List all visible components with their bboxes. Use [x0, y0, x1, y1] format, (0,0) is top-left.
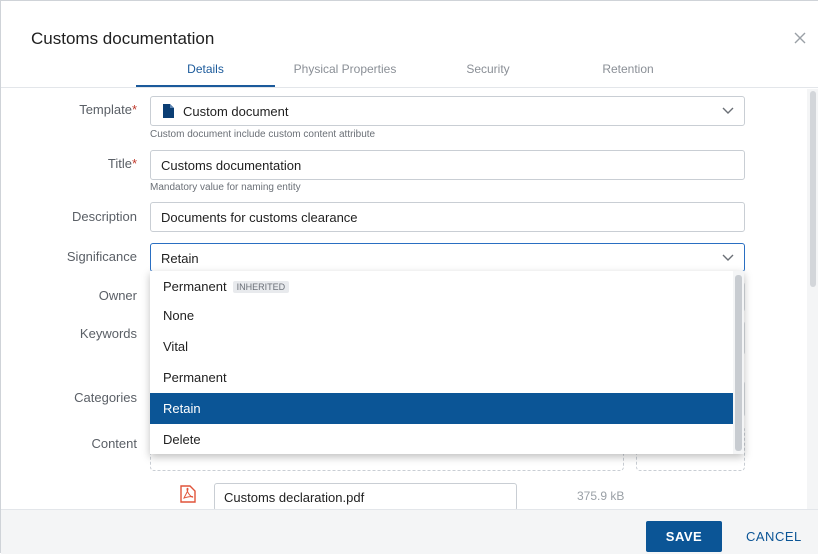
significance-option-permanent[interactable]: Permanent	[150, 362, 733, 393]
template-hint: Custom document include custom content a…	[150, 129, 376, 140]
chevron-down-icon	[722, 254, 734, 261]
title-value: Customs documentation	[161, 158, 302, 173]
tab-physical-properties[interactable]: Physical Properties	[275, 62, 415, 76]
tab-security[interactable]: Security	[418, 62, 558, 76]
significance-option-none[interactable]: None	[150, 300, 733, 331]
significance-select[interactable]: Retain	[150, 243, 745, 272]
description-input[interactable]: Documents for customs clearance	[150, 202, 745, 232]
close-icon[interactable]	[792, 30, 808, 46]
tab-details[interactable]: Details	[136, 62, 275, 76]
form-scrollbar-thumb[interactable]	[810, 91, 816, 287]
inherited-badge: INHERITED	[232, 281, 290, 293]
save-button[interactable]: SAVE	[646, 521, 722, 552]
dropdown-scrollbar-thumb[interactable]	[735, 275, 742, 451]
title-hint: Mandatory value for naming entity	[150, 182, 301, 193]
dialog-title: Customs documentation	[31, 29, 215, 48]
title-input[interactable]: Customs documentation	[150, 150, 745, 180]
template-value: Custom document	[183, 104, 289, 119]
chevron-down-icon	[722, 107, 734, 114]
tab-bar: Details Physical Properties Security Ret…	[1, 56, 818, 88]
template-select[interactable]: Custom document	[150, 96, 745, 126]
significance-option-vital[interactable]: Vital	[150, 331, 733, 362]
description-label: Description	[71, 209, 137, 224]
significance-option-delete[interactable]: Delete	[150, 424, 733, 455]
title-label: Title*	[107, 156, 137, 171]
attachment-file-name: Customs declaration.pdf	[224, 490, 365, 505]
attachment-name-field[interactable]: Customs declaration.pdf	[214, 483, 517, 511]
template-label: Template*	[79, 102, 137, 117]
pdf-icon	[180, 485, 196, 503]
description-value: Documents for customs clearance	[161, 210, 358, 225]
significance-option-permanent-inherited[interactable]: Permanent INHERITED	[150, 271, 733, 302]
significance-dropdown: Permanent INHERITED None Vital Permanent …	[150, 271, 744, 454]
significance-label: Significance	[66, 249, 137, 264]
attachment-size: 375.9 kB	[577, 489, 625, 503]
dialog: Customs documentation Details Physical P…	[0, 0, 818, 554]
keywords-label: Keywords	[79, 326, 137, 341]
content-label: Content	[91, 436, 137, 451]
tab-retention[interactable]: Retention	[558, 62, 698, 76]
significance-option-retain[interactable]: Retain	[150, 393, 733, 424]
categories-label: Categories	[74, 390, 137, 405]
owner-label: Owner	[98, 288, 137, 303]
cancel-button[interactable]: CANCEL	[746, 529, 802, 544]
active-tab-indicator	[136, 85, 275, 87]
significance-value: Retain	[161, 251, 199, 266]
document-icon	[163, 104, 174, 118]
